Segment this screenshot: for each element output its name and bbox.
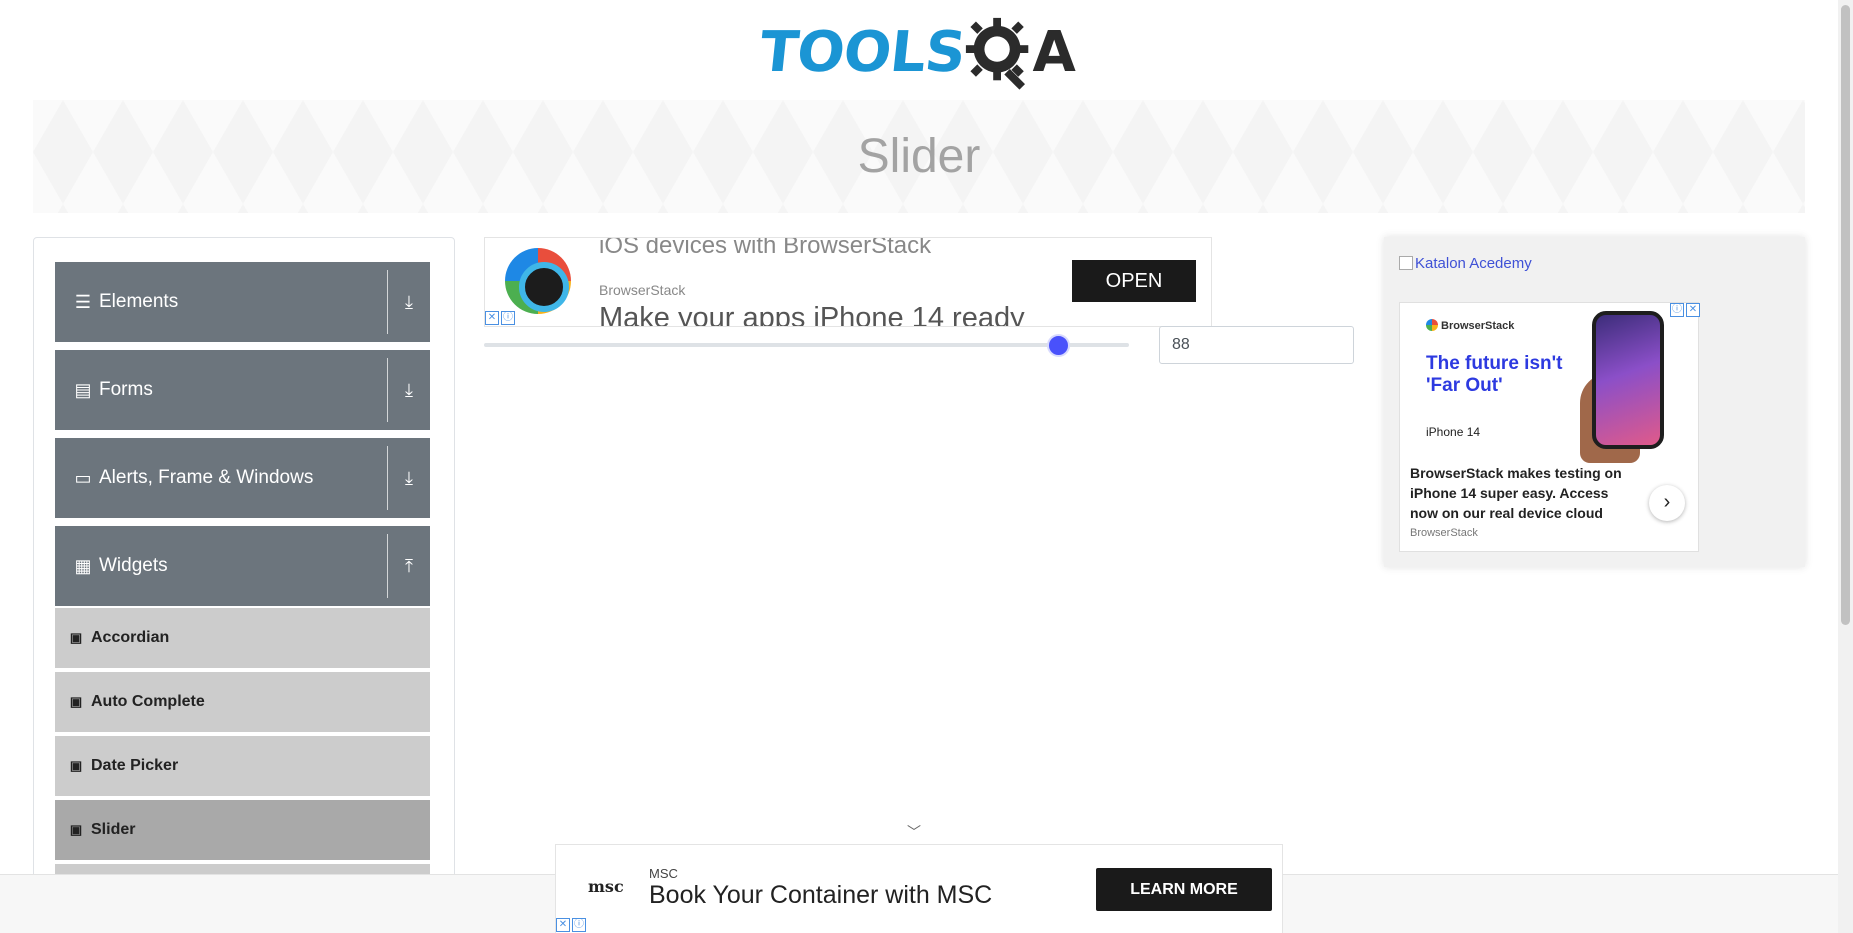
browserstack-logo-icon [1426, 319, 1438, 331]
chevron-right-icon[interactable]: › [1649, 485, 1685, 521]
iphone-image [1592, 311, 1664, 449]
sidebar-item-auto-complete[interactable]: ▣ Auto Complete [55, 672, 430, 734]
ad-brand: MSC [649, 866, 678, 881]
browserstack-iphone-ad[interactable]: BrowserStack The future isn't 'Far Out' … [1399, 302, 1700, 552]
broken-image-icon [1399, 256, 1413, 270]
logo-text: TOOLS [756, 20, 968, 85]
sidebar-item-label: Accordian [91, 629, 170, 646]
close-icon[interactable]: ✕ [556, 918, 570, 932]
document-icon: ▤ [74, 379, 92, 400]
html5-icon: ▣ [69, 630, 83, 645]
msc-ad[interactable]: msc MSC Book Your Container with MSC LEA… [555, 844, 1283, 933]
logo-suffix: A [1032, 20, 1076, 85]
sidebar-group-label: Forms [99, 379, 153, 400]
adchoices[interactable]: ✕ ⓘ [556, 918, 586, 932]
html5-icon: ▣ [69, 694, 83, 709]
html5-icon: ▣ [69, 822, 83, 837]
right-ad-panel: Katalon Acedemy BrowserStack The future … [1384, 237, 1805, 567]
ad-line1: iOS devices with BrowserStack [599, 237, 932, 259]
chevron-down-icon[interactable]: ﹀ [907, 822, 921, 842]
sidebar-group-label: Alerts, Frame & Windows [99, 467, 314, 488]
download-icon[interactable]: ⤓ [388, 380, 430, 401]
info-icon[interactable]: ⓘ [1670, 303, 1684, 317]
sidebar-group-alerts[interactable]: ▭ Alerts, Frame & Windows ⤓ [55, 438, 430, 518]
ad-headline: The future isn't 'Far Out' [1426, 353, 1563, 396]
slider-thumb[interactable] [1047, 334, 1071, 357]
page-banner: Slider [33, 100, 1805, 213]
sidebar-item-label: Slider [91, 821, 136, 838]
katalon-link[interactable]: Katalon Acedemy [1399, 255, 1532, 272]
scrollbar-thumb[interactable] [1841, 5, 1850, 625]
ad-line2: Make your apps iPhone 14 ready [599, 302, 1025, 327]
msc-logo: msc [588, 877, 624, 896]
close-icon[interactable]: ✕ [1686, 303, 1700, 317]
sidebar-group-label: Elements [99, 291, 179, 312]
download-icon[interactable]: ⤓ [388, 292, 430, 313]
sidebar-group-widgets[interactable]: ▦ Widgets ⤒ [55, 526, 430, 606]
apple-iphone-label: iPhone 14 [1426, 425, 1481, 439]
ad-brand: BrowserStack [599, 282, 686, 298]
sidebar-item-label: Date Picker [91, 757, 179, 774]
slider-value-field[interactable] [1159, 326, 1354, 364]
ad-body: BrowserStack makes testing on iPhone 14 … [1410, 465, 1622, 521]
katalon-link-text: Katalon Acedemy [1415, 255, 1532, 272]
window-icon: ▭ [74, 467, 92, 488]
html5-icon: ▣ [69, 758, 83, 773]
sidebar-group-elements[interactable]: ☰ Elements ⤓ [55, 262, 430, 342]
download-icon[interactable]: ⤓ [388, 468, 430, 489]
gear-magnifier-icon [966, 17, 1029, 90]
browserstack-logo-icon [505, 248, 571, 314]
close-icon[interactable]: ✕ [485, 311, 499, 325]
sidebar-item-date-picker[interactable]: ▣ Date Picker [55, 736, 430, 798]
info-icon[interactable]: ⓘ [572, 918, 586, 932]
sidebar-item-label: Auto Complete [91, 693, 205, 710]
sidebar-group-forms[interactable]: ▤ Forms ⤓ [55, 350, 430, 430]
sidebar-item-slider[interactable]: ▣ Slider [55, 800, 430, 862]
hamburger-icon: ☰ [74, 291, 92, 312]
ad-brand-name: BrowserStack [1441, 320, 1515, 332]
toolsqa-logo[interactable]: TOOLS A [756, 14, 1076, 92]
ad-open-button[interactable]: OPEN [1072, 260, 1196, 302]
adchoices[interactable]: ⓘ ✕ [1670, 303, 1700, 317]
browserstack-ad[interactable]: iOS devices with BrowserStack BrowserSta… [484, 237, 1212, 327]
slider-track[interactable] [484, 343, 1129, 347]
ad-title: Book Your Container with MSC [649, 881, 993, 909]
sidebar-group-label: Widgets [99, 555, 168, 576]
upload-icon[interactable]: ⤒ [388, 556, 430, 577]
ad-source: BrowserStack [1410, 527, 1478, 539]
learn-more-button[interactable]: LEARN MORE [1096, 868, 1272, 911]
left-sidebar: ☰ Elements ⤓ ▤ Forms ⤓ ▭ Alerts, Frame &… [33, 237, 455, 933]
grid-icon: ▦ [74, 555, 92, 576]
sidebar-item-accordian[interactable]: ▣ Accordian [55, 608, 430, 670]
info-icon[interactable]: ⓘ [501, 311, 515, 325]
page: TOOLS A Slider ☰ Elements ⤓ ▤ Forms ⤓ ▭ … [0, 0, 1853, 933]
adchoices[interactable]: ✕ ⓘ [485, 311, 515, 325]
ad-brand-logo: BrowserStack [1426, 319, 1514, 332]
page-title: Slider [857, 130, 981, 183]
